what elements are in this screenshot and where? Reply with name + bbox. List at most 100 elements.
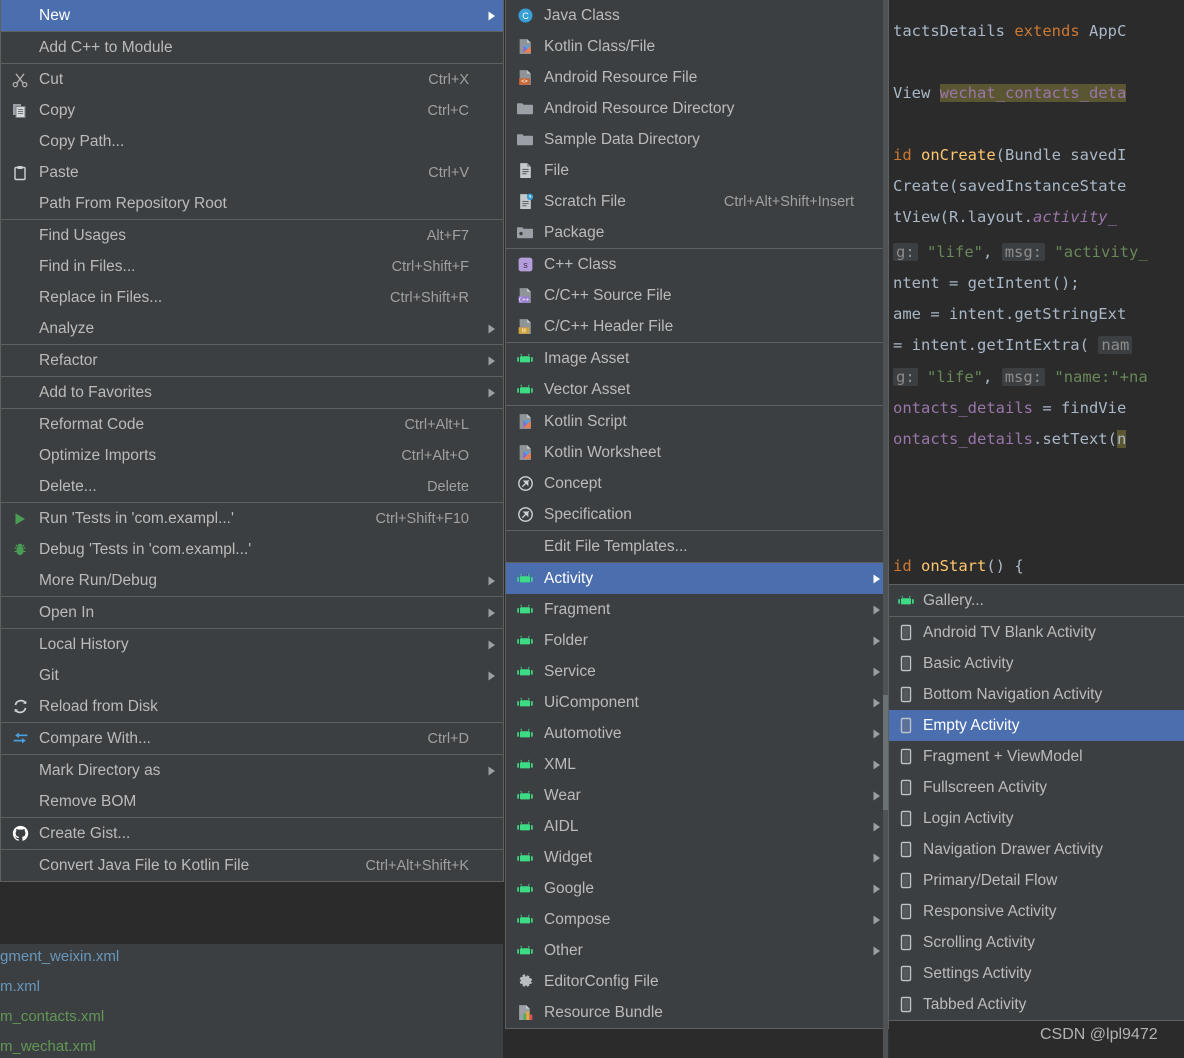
android-resource-file-icon: <>	[506, 69, 544, 86]
menu-item-create-gist[interactable]: Create Gist...	[1, 818, 503, 849]
menu-item-find-usages[interactable]: Find Usages Alt+F7	[1, 220, 503, 251]
svg-text:s: s	[523, 260, 528, 270]
code-line: tView(R.layout.activity_	[893, 208, 1117, 226]
menu-item-c-class[interactable]: s C++ Class	[506, 249, 888, 280]
menu-item-git[interactable]: Git	[1, 660, 503, 691]
menu-item-find-in-files[interactable]: Find in Files... Ctrl+Shift+F	[1, 251, 503, 282]
menu-item-package[interactable]: Package	[506, 217, 888, 248]
menu-item-mark-directory-as[interactable]: Mark Directory as	[1, 755, 503, 786]
menu-item-primary-detail-flow[interactable]: Primary/Detail Flow	[889, 865, 1184, 896]
menu-item-aidl[interactable]: AIDL	[506, 811, 888, 842]
menu-item-fullscreen-activity[interactable]: Fullscreen Activity	[889, 772, 1184, 803]
project-tree-panel[interactable]: gment_weixin.xml m.xml m_contacts.xml m_wec…	[0, 944, 503, 1058]
file-context-menu[interactable]: New Add C++ to Module Cut Ctrl+X Copy Ctrl+C C…	[0, 0, 504, 882]
menu-item-tabbed-activity[interactable]: Tabbed Activity	[889, 989, 1184, 1020]
menu-item-navigation-drawer-activity[interactable]: Navigation Drawer Activity	[889, 834, 1184, 865]
activity-submenu[interactable]: Gallery... Android TV Blank Activity Basic…	[888, 584, 1184, 1021]
menu-item-java-class[interactable]: C Java Class	[506, 0, 888, 31]
menu-item-label: Replace in Files...	[39, 288, 163, 306]
menu-item-automotive[interactable]: Automotive	[506, 718, 888, 749]
menu-item-new[interactable]: New	[1, 0, 503, 31]
menu-item-open-in[interactable]: Open In	[1, 597, 503, 628]
menu-item-delete[interactable]: Delete... Delete	[1, 471, 503, 502]
menu-item-widget[interactable]: Widget	[506, 842, 888, 873]
menu-item-xml[interactable]: XML	[506, 749, 888, 780]
menu-item-run-tests-in-com-exampl[interactable]: Run 'Tests in 'com.exampl...' Ctrl+Shift+…	[1, 503, 503, 534]
menu-item-local-history[interactable]: Local History	[1, 629, 503, 660]
menu-item-image-asset[interactable]: Image Asset	[506, 343, 888, 374]
svg-text:C: C	[522, 11, 529, 21]
android-icon	[516, 913, 534, 927]
menu-item-more-run-debug[interactable]: More Run/Debug	[1, 565, 503, 596]
menu-item-label: Login Activity	[923, 809, 1014, 827]
menu-item-label: Fragment + ViewModel	[923, 747, 1083, 765]
menu-item-kotlin-worksheet[interactable]: Kotlin Worksheet	[506, 437, 888, 468]
menu-item-bottom-navigation-activity[interactable]: Bottom Navigation Activity	[889, 679, 1184, 710]
menu-item-add-c-to-module[interactable]: Add C++ to Module	[1, 32, 503, 63]
menu-item-analyze[interactable]: Analyze	[1, 313, 503, 344]
menu-item-editorconfig-file[interactable]: EditorConfig File	[506, 966, 888, 997]
menu-item-fragment-viewmodel[interactable]: Fragment + ViewModel	[889, 741, 1184, 772]
menu-item-remove-bom[interactable]: Remove BOM	[1, 786, 503, 817]
menu-item-responsive-activity[interactable]: Responsive Activity	[889, 896, 1184, 927]
menu-item-settings-activity[interactable]: Settings Activity	[889, 958, 1184, 989]
menu-item-other[interactable]: Other	[506, 935, 888, 966]
menu-item-scratch-file[interactable]: Scratch File Ctrl+Alt+Shift+Insert	[506, 186, 888, 217]
project-tree-item[interactable]: m.xml	[0, 978, 40, 995]
menu-item-vector-asset[interactable]: Vector Asset	[506, 374, 888, 405]
menu-item-replace-in-files[interactable]: Replace in Files... Ctrl+Shift+R	[1, 282, 503, 313]
menu-item-resource-bundle[interactable]: Resource Bundle	[506, 997, 888, 1028]
menu-item-android-tv-blank-activity[interactable]: Android TV Blank Activity	[889, 617, 1184, 648]
menu-item-edit-file-templates[interactable]: Edit File Templates...	[506, 531, 888, 562]
menu-item-empty-activity[interactable]: Empty Activity	[889, 710, 1184, 741]
menu-item-compose[interactable]: Compose	[506, 904, 888, 935]
menu-item-label: Tabbed Activity	[923, 995, 1027, 1013]
menu-item-folder[interactable]: Folder	[506, 625, 888, 656]
gear-icon	[517, 973, 534, 990]
menu-item-copy-path[interactable]: Copy Path...	[1, 126, 503, 157]
menu-item-google[interactable]: Google	[506, 873, 888, 904]
project-tree-item[interactable]: gment_weixin.xml	[0, 948, 119, 965]
new-submenu[interactable]: C Java Class Kotlin Class/File <> Android Re…	[505, 0, 889, 1058]
menu-item-file[interactable]: File	[506, 155, 888, 186]
menu-item-android-resource-file[interactable]: <> Android Resource File	[506, 62, 888, 93]
menu-item-kotlin-script[interactable]: Kotlin Script	[506, 406, 888, 437]
android-icon	[506, 820, 544, 834]
menu-item-c-c-source-file[interactable]: C++ C/C++ Source File	[506, 280, 888, 311]
menu-item-compare-with[interactable]: Compare With... Ctrl+D	[1, 723, 503, 754]
menu-item-kotlin-class-file[interactable]: Kotlin Class/File	[506, 31, 888, 62]
menu-item-c-c-header-file[interactable]: H C/C++ Header File	[506, 311, 888, 342]
menu-item-paste[interactable]: Paste Ctrl+V	[1, 157, 503, 188]
menu-item-scrolling-activity[interactable]: Scrolling Activity	[889, 927, 1184, 958]
menu-item-add-to-favorites[interactable]: Add to Favorites	[1, 377, 503, 408]
menu-item-copy[interactable]: Copy Ctrl+C	[1, 95, 503, 126]
menu-item-accelerator: Ctrl+Alt+L	[404, 416, 469, 433]
menu-item-cut[interactable]: Cut Ctrl+X	[1, 64, 503, 95]
menu-item-android-resource-directory[interactable]: Android Resource Directory	[506, 93, 888, 124]
menu-item-wear[interactable]: Wear	[506, 780, 888, 811]
menu-item-gallery[interactable]: Gallery...	[889, 585, 1184, 616]
resource-bundle-icon	[517, 1004, 534, 1021]
menu-item-basic-activity[interactable]: Basic Activity	[889, 648, 1184, 679]
menu-item-reformat-code[interactable]: Reformat Code Ctrl+Alt+L	[1, 409, 503, 440]
menu-item-sample-data-directory[interactable]: Sample Data Directory	[506, 124, 888, 155]
menu-item-fragment[interactable]: Fragment	[506, 594, 888, 625]
menu-item-login-activity[interactable]: Login Activity	[889, 803, 1184, 834]
activity-template-icon	[899, 717, 913, 734]
menu-item-reload-from-disk[interactable]: Reload from Disk	[1, 691, 503, 722]
menu-item-label: Compose	[544, 910, 611, 928]
menu-item-specification[interactable]: Specification	[506, 499, 888, 530]
project-tree-item[interactable]: m_wechat.xml	[0, 1038, 96, 1055]
menu-item-path-from-repository-root[interactable]: Path From Repository Root	[1, 188, 503, 219]
submenu-arrow-icon	[481, 670, 503, 682]
menu-item-optimize-imports[interactable]: Optimize Imports Ctrl+Alt+O	[1, 440, 503, 471]
android-icon	[506, 603, 544, 617]
menu-item-debug-tests-in-com-exampl[interactable]: Debug 'Tests in 'com.exampl...'	[1, 534, 503, 565]
menu-item-convert-java-file-to-kotlin-file[interactable]: Convert Java File to Kotlin File Ctrl+Alt…	[1, 850, 503, 881]
menu-item-refactor[interactable]: Refactor	[1, 345, 503, 376]
menu-item-concept[interactable]: Concept	[506, 468, 888, 499]
menu-item-activity[interactable]: Activity	[506, 563, 888, 594]
menu-item-uicomponent[interactable]: UiComponent	[506, 687, 888, 718]
menu-item-service[interactable]: Service	[506, 656, 888, 687]
project-tree-item[interactable]: m_contacts.xml	[0, 1008, 104, 1025]
